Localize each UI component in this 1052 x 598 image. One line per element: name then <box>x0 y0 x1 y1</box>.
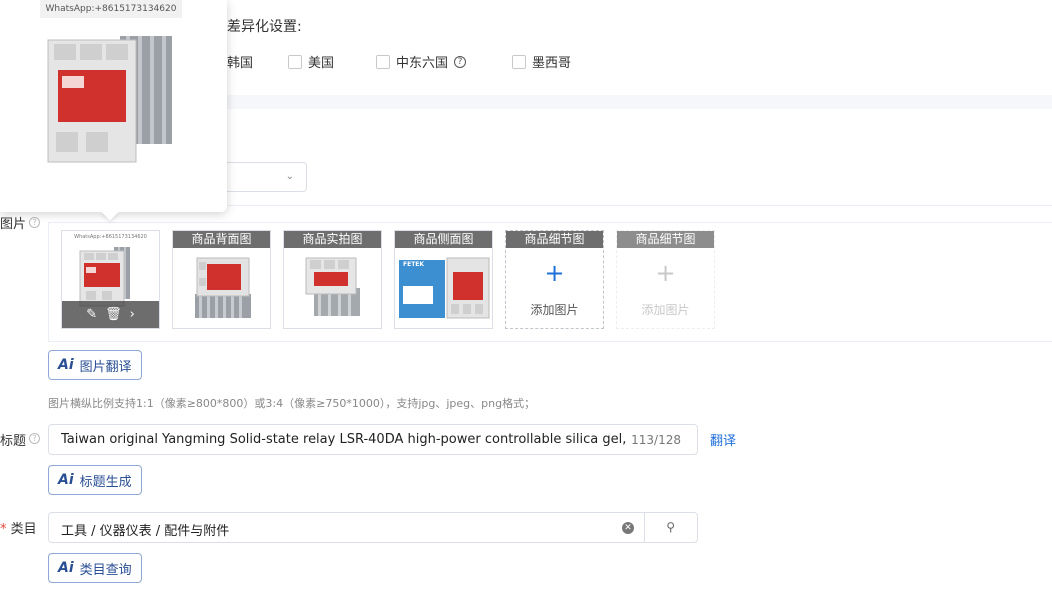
main-image-slot[interactable]: WhatsApp:+8615173134620 ✎ 🗑 › <box>61 230 160 329</box>
checkbox-middle-east[interactable]: 中东六国 ? <box>376 52 467 71</box>
category-input[interactable]: 工具 / 仪器仪表 / 配件与附件 ✕ ⚲ <box>48 512 698 543</box>
plus-icon[interactable]: + <box>506 259 603 287</box>
image-slot-side-caption: 商品侧面图 <box>395 231 492 248</box>
relay-real-image <box>305 257 360 316</box>
images-label: 图片 <box>0 217 27 232</box>
image-slot-detail-add-disabled: 商品细节图 + 添加图片 <box>616 230 715 329</box>
edit-icon[interactable]: ✎ <box>86 307 97 322</box>
question-icon[interactable]: ? <box>454 55 467 68</box>
image-slot-detail-add[interactable]: 商品细节图 + 添加图片 <box>505 230 604 329</box>
image-slot-back[interactable]: 商品背面图 <box>172 230 271 329</box>
relay-back-image <box>195 257 251 318</box>
title-generate-label: 标题生成 <box>79 474 132 490</box>
checkbox-usa-label: 美国 <box>308 56 335 71</box>
image-slot-detail-caption: 商品细节图 <box>506 231 603 248</box>
add-image-label: 添加图片 <box>530 303 579 317</box>
title-char-count: 113/128 <box>631 433 681 447</box>
main-image-watermark: WhatsApp:+8615173134620 <box>74 234 147 240</box>
relay-preview-image <box>47 36 172 163</box>
category-label-wrap: * 类目 <box>0 518 37 537</box>
checkbox-korea[interactable]: 韩国 <box>227 52 253 71</box>
title-translate-link[interactable]: 翻译 <box>710 430 736 449</box>
image-operations-bar: ✎ 🗑 › <box>62 301 159 328</box>
checkbox-middle-east-box[interactable] <box>376 54 390 69</box>
whatsapp-watermark: WhatsApp:+8615173134620 <box>40 0 182 18</box>
add-image-label-disabled: 添加图片 <box>641 303 690 317</box>
image-format-hint: 图片横纵比例支持1:1（像素≥800*800）或3:4（像素≥750*1000）… <box>48 397 536 410</box>
checkbox-mexico-box[interactable] <box>512 54 526 69</box>
checkbox-usa[interactable]: 美国 <box>288 52 334 71</box>
section-divider <box>227 95 1052 109</box>
fetek-brand-text: FETEK <box>403 261 425 268</box>
title-generate-button[interactable]: Ai 标题生成 <box>48 465 142 495</box>
clear-icon[interactable]: ✕ <box>622 522 634 534</box>
title-help-icon[interactable]: ? <box>29 433 40 444</box>
required-mark: * <box>0 522 7 537</box>
ai-icon: Ai <box>58 357 74 373</box>
trash-icon[interactable]: 🗑 <box>105 307 122 322</box>
image-slot-real[interactable]: 商品实拍图 <box>283 230 382 329</box>
checkbox-korea-label: 韩国 <box>227 56 254 71</box>
title-input-value: Taiwan original Yangming Solid-state rel… <box>61 432 626 447</box>
category-input-separator <box>644 513 645 542</box>
category-input-value: 工具 / 仪器仪表 / 配件与附件 <box>61 524 230 539</box>
image-preview-popover: WhatsApp:+8615173134620 <box>0 0 227 221</box>
image-slot-side[interactable]: 商品侧面图 FETEK <box>394 230 493 329</box>
popover-arrow <box>101 203 119 221</box>
title-input[interactable]: Taiwan original Yangming Solid-state rel… <box>48 424 698 455</box>
image-slot-detail-caption-2: 商品细节图 <box>617 231 714 248</box>
search-icon[interactable]: ⚲ <box>666 520 675 534</box>
image-slot-real-caption: 商品实拍图 <box>284 231 381 248</box>
checkbox-mexico-label: 墨西哥 <box>532 56 572 71</box>
checkbox-middle-east-label: 中东六国 <box>396 56 449 71</box>
market-settings-title: 差异化设置: <box>227 19 302 35</box>
chevron-right-icon[interactable]: › <box>130 307 135 322</box>
ai-icon: Ai <box>58 560 74 576</box>
chevron-down-icon: ⌄ <box>285 171 294 182</box>
row-divider <box>227 205 1052 206</box>
image-slot-back-caption: 商品背面图 <box>173 231 270 248</box>
checkbox-mexico[interactable]: 墨西哥 <box>512 52 571 71</box>
plus-icon-disabled: + <box>655 259 676 287</box>
image-translate-button[interactable]: Ai 图片翻译 <box>48 350 142 380</box>
image-translate-label: 图片翻译 <box>79 359 132 375</box>
category-query-label: 类目查询 <box>79 562 132 578</box>
ai-icon: Ai <box>58 472 74 488</box>
category-query-button[interactable]: Ai 类目查询 <box>48 553 142 583</box>
checkbox-usa-box[interactable] <box>288 54 302 69</box>
images-help-icon[interactable]: ? <box>29 217 40 228</box>
relay-side-image <box>399 257 490 319</box>
title-label: 标题 <box>0 434 27 449</box>
category-label: 类目 <box>10 522 37 537</box>
